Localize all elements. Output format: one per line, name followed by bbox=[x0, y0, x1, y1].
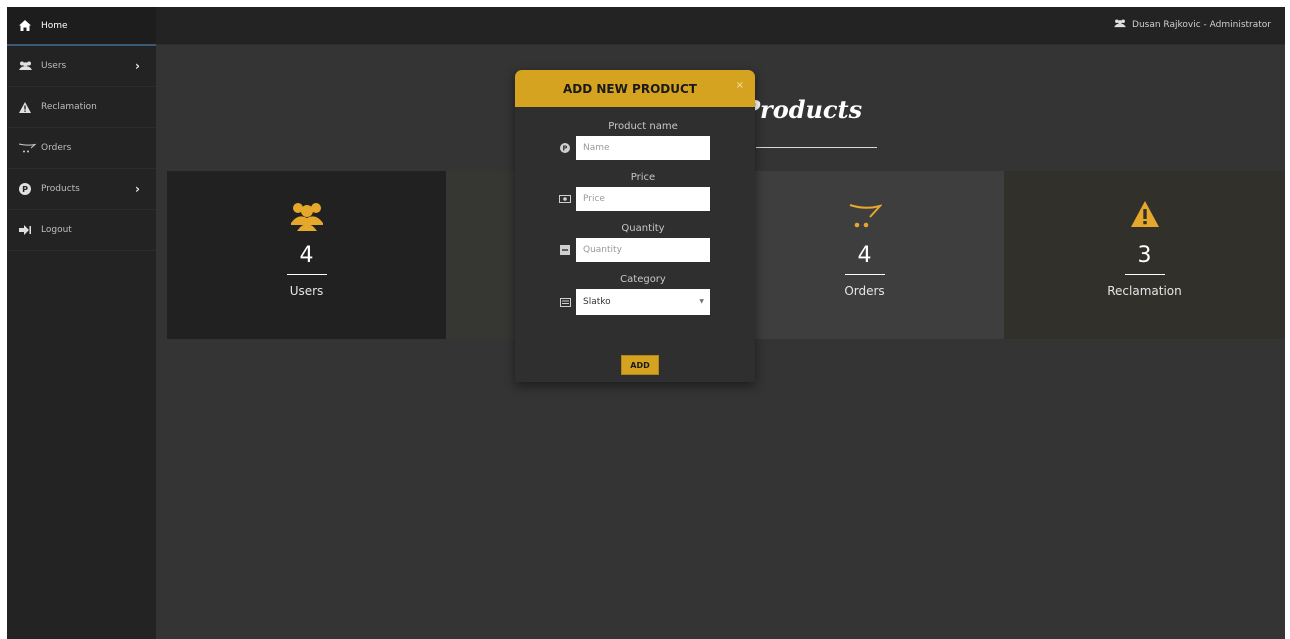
card-value: 4 bbox=[299, 243, 314, 268]
sidebar-item-label: Reclamation bbox=[41, 102, 97, 112]
sidebar-item-products[interactable]: P Products › bbox=[7, 169, 156, 210]
add-button[interactable]: ADD bbox=[621, 355, 659, 375]
user-menu[interactable]: Dusan Rajkovic - Administrator bbox=[1114, 19, 1271, 31]
product-name-input[interactable] bbox=[576, 136, 710, 160]
card-value: 4 bbox=[857, 243, 872, 268]
card-underline bbox=[1124, 274, 1165, 275]
add-product-modal: ADD NEW PRODUCT × Product name P Price Q… bbox=[515, 70, 755, 382]
price-label: Price bbox=[630, 172, 656, 183]
quantity-input[interactable] bbox=[576, 238, 710, 262]
sidebar-item-reclamation[interactable]: Reclamation bbox=[7, 87, 156, 128]
card-value: 3 bbox=[1137, 243, 1152, 268]
close-icon[interactable]: × bbox=[736, 80, 744, 91]
card-users[interactable]: 4 Users bbox=[167, 171, 446, 339]
card-label: Reclamation bbox=[1107, 284, 1182, 298]
product-name-label: Product name bbox=[608, 121, 678, 132]
sidebar-item-label: Users bbox=[41, 61, 67, 71]
logout-icon bbox=[19, 225, 41, 235]
svg-text:P: P bbox=[563, 145, 568, 153]
title-divider bbox=[756, 147, 877, 148]
top-bar: Dusan Rajkovic - Administrator bbox=[156, 7, 1285, 45]
svg-text:P: P bbox=[22, 185, 28, 194]
minus-square-icon bbox=[559, 244, 571, 256]
card-underline bbox=[844, 274, 885, 275]
warning-icon bbox=[1004, 201, 1285, 227]
sidebar-item-label: Orders bbox=[41, 143, 72, 153]
sidebar-item-label: Logout bbox=[41, 225, 72, 235]
chevron-right-icon: › bbox=[135, 59, 140, 73]
users-icon bbox=[167, 201, 446, 231]
sidebar-item-label: Products bbox=[41, 184, 80, 194]
list-icon bbox=[559, 296, 571, 308]
sidebar: Home Users › Reclamation Orders P Produc… bbox=[7, 7, 156, 639]
modal-header: ADD NEW PRODUCT × bbox=[515, 70, 755, 107]
warning-icon bbox=[19, 101, 41, 113]
users-icon bbox=[1114, 19, 1126, 31]
modal-title: ADD NEW PRODUCT bbox=[563, 81, 697, 96]
home-icon bbox=[19, 20, 41, 31]
sidebar-item-orders[interactable]: Orders bbox=[7, 128, 156, 169]
money-icon bbox=[559, 193, 571, 205]
card-label: Orders bbox=[844, 284, 885, 298]
category-value: Slatko bbox=[583, 297, 611, 307]
app-frame: Home Users › Reclamation Orders P Produc… bbox=[7, 7, 1285, 639]
sidebar-item-users[interactable]: Users › bbox=[7, 46, 156, 87]
sidebar-item-logout[interactable]: Logout bbox=[7, 210, 156, 251]
category-label: Category bbox=[620, 274, 666, 285]
quantity-label: Quantity bbox=[621, 223, 665, 234]
card-label: Users bbox=[289, 284, 324, 298]
users-icon bbox=[19, 61, 41, 71]
cart-icon bbox=[19, 143, 41, 153]
sidebar-item-label: Home bbox=[41, 20, 68, 31]
price-input[interactable] bbox=[576, 187, 710, 211]
category-select[interactable]: Slatko ▼ bbox=[576, 289, 710, 315]
chevron-right-icon: › bbox=[135, 182, 140, 196]
cart-icon bbox=[725, 201, 1004, 229]
product-icon: P bbox=[559, 142, 571, 154]
product-icon: P bbox=[19, 183, 41, 195]
card-orders[interactable]: 4 Orders bbox=[725, 171, 1004, 339]
user-name: Dusan Rajkovic - Administrator bbox=[1132, 20, 1271, 30]
sidebar-item-home[interactable]: Home bbox=[7, 7, 156, 46]
card-underline bbox=[286, 274, 327, 275]
chevron-down-icon: ▼ bbox=[699, 298, 704, 305]
card-reclamation[interactable]: 3 Reclamation bbox=[1004, 171, 1285, 339]
page-title: Products bbox=[742, 95, 863, 124]
